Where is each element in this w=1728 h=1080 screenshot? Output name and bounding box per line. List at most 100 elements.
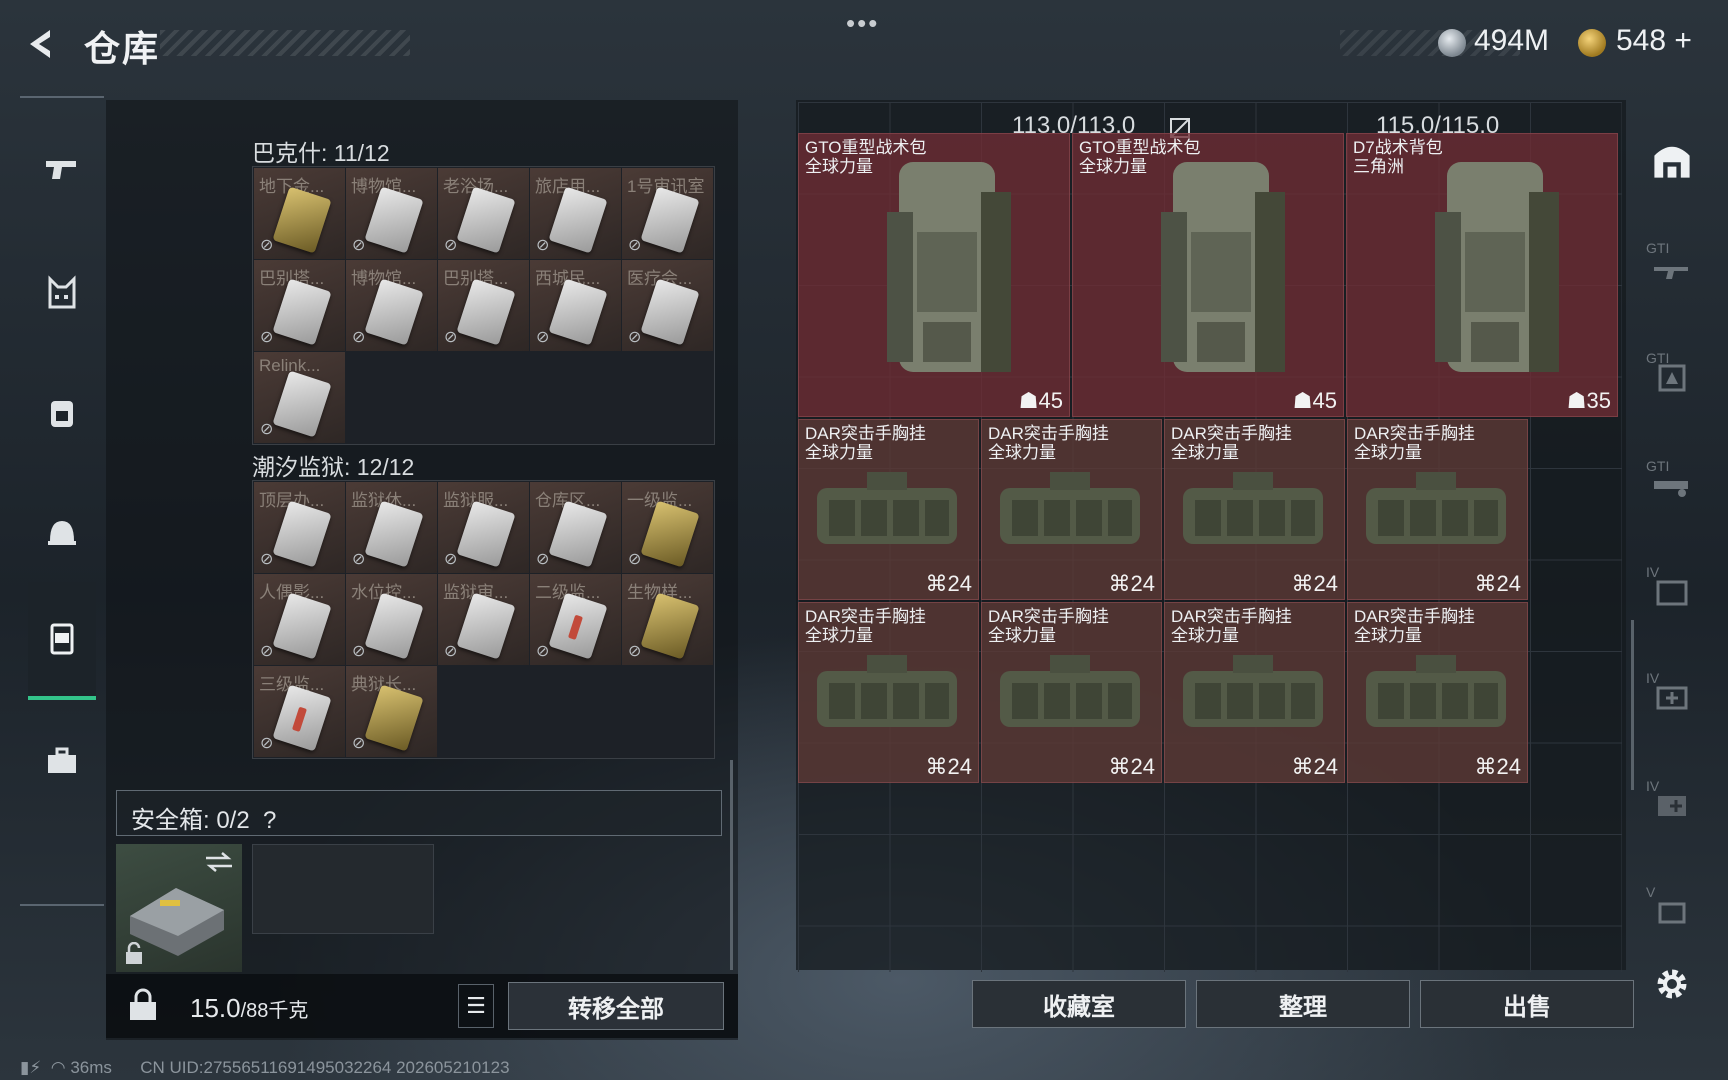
armor-vest-icon [48, 275, 76, 309]
keycard-slot[interactable]: 三级监...⊘ [254, 666, 345, 757]
filter-iv-3[interactable]: IV [1642, 774, 1702, 834]
list-view-button[interactable]: ☰ [458, 984, 494, 1028]
keycard-slot[interactable]: 监狱审...⊘ [438, 574, 529, 665]
safebox-empty-slots[interactable] [252, 844, 434, 934]
tab-helmet[interactable] [28, 474, 96, 592]
chest-rig-item[interactable]: DAR突击手胸挂 全球力量 ⌘24 [981, 419, 1162, 600]
capacity-icon: ⌘ [1474, 754, 1497, 779]
filter-gti-3[interactable]: GTI [1642, 454, 1702, 514]
currency-gold-value: 548 [1616, 24, 1667, 57]
bakeshi-card-grid: 地下金...⊘博物馆...⊘老浴场...⊘旅店用...⊘1号审讯室⊘ 巴别塔...… [252, 166, 715, 445]
backpack-image [1435, 162, 1559, 372]
keycard-slot[interactable]: 水位控...⊘ [346, 574, 437, 665]
chest-rig-item[interactable]: DAR突击手胸挂 全球力量 ⌘24 [1347, 419, 1528, 600]
keycard-slot[interactable]: 监狱休...⊘ [346, 482, 437, 573]
item-name: DAR突击手胸挂 全球力量 [805, 607, 926, 645]
capacity-value: 24 [1496, 571, 1521, 596]
right-scrollbar[interactable] [1631, 620, 1634, 790]
filter-gti-2[interactable]: GTI [1642, 346, 1702, 406]
add-currency-button[interactable]: + [1674, 24, 1692, 57]
filter-iv-1[interactable]: IV [1642, 560, 1702, 620]
keycard-slot[interactable]: 巴别塔...⊘ [254, 260, 345, 351]
capacity-icon: ☗ [1566, 388, 1587, 413]
safebox-item[interactable] [116, 844, 242, 972]
backpack-item[interactable]: GTO重型战术包 全球力量 ☗45 [798, 133, 1070, 417]
toolbox-icon [48, 747, 76, 773]
capacity-icon: ⌘ [925, 571, 948, 596]
pistol-icon [46, 161, 76, 179]
keycard-slot[interactable]: 仓库区...⊘ [530, 482, 621, 573]
tab-armor[interactable] [28, 234, 96, 352]
backpack-item[interactable]: GTO重型战术包 全球力量 ☗45 [1072, 133, 1344, 417]
capacity-value: 24 [1313, 754, 1338, 779]
sell-button[interactable]: 出售 [1420, 980, 1634, 1028]
item-capacity: ⌘24 [926, 754, 972, 780]
more-dots-icon[interactable]: ••• [846, 8, 879, 39]
item-capacity: ⌘24 [926, 571, 972, 597]
keycard-slot[interactable]: 一级监...⊘ [622, 482, 713, 573]
not-insured-icon: ⊘ [260, 551, 274, 568]
chest-rig-image [1000, 655, 1140, 727]
chest-rig-image [817, 655, 957, 727]
keycard-red-marker [291, 706, 307, 732]
not-insured-icon: ⊘ [352, 643, 366, 660]
left-scrollbar[interactable] [730, 760, 733, 970]
not-insured-icon: ⊘ [444, 237, 458, 254]
chest-rig-item[interactable]: DAR突击手胸挂 全球力量 ⌘24 [798, 419, 979, 600]
tab-backpack[interactable] [28, 354, 96, 472]
keycard-slot[interactable]: 老浴场...⊘ [438, 168, 529, 259]
tab-toolbox[interactable] [28, 702, 96, 820]
chest-rig-item[interactable]: DAR突击手胸挂 全球力量 ⌘24 [1347, 602, 1528, 783]
filter-iv-2[interactable]: IV [1642, 666, 1702, 726]
item-name: DAR突击手胸挂 全球力量 [1354, 607, 1475, 645]
keycard-slot[interactable]: 1号审讯室 ⊘ [622, 168, 713, 259]
keycard-slot[interactable]: 二级监...⊘ [530, 574, 621, 665]
backpack-image [887, 162, 1011, 372]
settings-button[interactable] [1642, 954, 1702, 1014]
keycard-slot[interactable]: 监狱服...⊘ [438, 482, 529, 573]
currency-gold[interactable]: 548 + [1616, 24, 1692, 58]
page-title: 仓库 [84, 28, 161, 69]
tab-container[interactable] [28, 582, 96, 700]
keycard-slot[interactable]: 巴别塔...⊘ [438, 260, 529, 351]
backpack-item[interactable]: D7战术背包 三角洲 ☗35 [1346, 133, 1618, 417]
chest-rig-item[interactable]: DAR突击手胸挂 全球力量 ⌘24 [981, 602, 1162, 783]
keycard-slot[interactable]: Relink... ⊘ [254, 352, 345, 443]
chest-rig-item[interactable]: DAR突击手胸挂 全球力量 ⌘24 [798, 602, 979, 783]
tab-weapons[interactable] [28, 110, 96, 228]
filter-label: GTI [1646, 240, 1670, 256]
keycard-slot[interactable]: 博物馆...⊘ [346, 260, 437, 351]
backpack-image [1161, 162, 1285, 372]
back-button[interactable] [20, 24, 60, 64]
keycard-slot[interactable]: 典狱长...⊘ [346, 666, 437, 757]
keycard-slot[interactable]: 生物样...⊘ [622, 574, 713, 665]
item-name: DAR突击手胸挂 全球力量 [1354, 424, 1475, 462]
keycard-slot[interactable]: 人偶影...⊘ [254, 574, 345, 665]
filter-label: GTI [1646, 350, 1670, 366]
keycard-slot[interactable]: 地下金...⊘ [254, 168, 345, 259]
keycard-slot[interactable]: 顶层办...⊘ [254, 482, 345, 573]
chaoxi-card-grid: 顶层办...⊘监狱休...⊘监狱服...⊘仓库区...⊘一级监...⊘ 人偶影..… [252, 480, 715, 759]
not-insured-icon: ⊘ [352, 329, 366, 346]
filter-all[interactable] [1642, 130, 1702, 190]
capacity-icon: ☗ [1292, 388, 1313, 413]
transfer-all-button[interactable]: 转移全部 [508, 982, 724, 1030]
chest-rig-item[interactable]: DAR突击手胸挂 全球力量 ⌘24 [1164, 602, 1345, 783]
not-insured-icon: ⊘ [628, 643, 642, 660]
collection-room-button[interactable]: 收藏室 [972, 980, 1186, 1028]
item-name: DAR突击手胸挂 全球力量 [988, 607, 1109, 645]
keycard-slot[interactable]: 医疗会...⊘ [622, 260, 713, 351]
help-icon[interactable]: ? [263, 807, 276, 834]
keycard-slot[interactable]: 旅店用...⊘ [530, 168, 621, 259]
chest-rig-image [1183, 655, 1323, 727]
keycard-slot[interactable]: 博物馆...⊘ [346, 168, 437, 259]
chest-rig-item[interactable]: DAR突击手胸挂 全球力量 ⌘24 [1164, 419, 1345, 600]
weight-capacity: /88千克 [240, 1000, 309, 1022]
item-capacity: ☗35 [1567, 388, 1611, 414]
capacity-icon: ⌘ [1474, 571, 1497, 596]
swap-icon[interactable] [204, 852, 234, 872]
keycard-slot[interactable]: 西城民...⊘ [530, 260, 621, 351]
sort-button[interactable]: 整理 [1196, 980, 1410, 1028]
filter-gti-1[interactable]: GTI [1642, 236, 1702, 296]
filter-v[interactable]: V [1642, 880, 1702, 940]
